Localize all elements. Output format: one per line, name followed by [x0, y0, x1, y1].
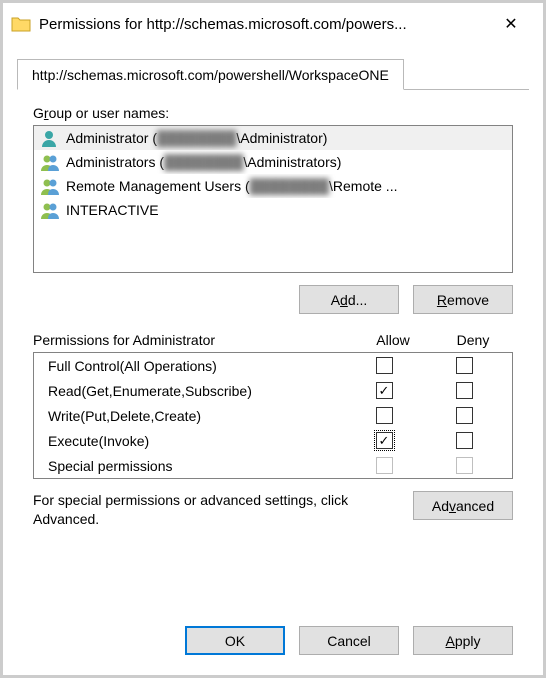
allow-checkbox[interactable]	[376, 382, 393, 399]
list-item[interactable]: Administrators (████████\Administrators)	[34, 150, 512, 174]
cancel-button[interactable]: Cancel	[299, 626, 399, 655]
permissions-for-label: Permissions for Administrator	[33, 332, 353, 348]
deny-checkbox[interactable]	[456, 382, 473, 399]
tab-workspaceone[interactable]: http://schemas.microsoft.com/powershell/…	[17, 59, 404, 90]
allow-checkbox[interactable]	[376, 357, 393, 374]
deny-checkbox	[456, 457, 473, 474]
user-icon	[40, 129, 60, 147]
window-title: Permissions for http://schemas.microsoft…	[39, 16, 483, 33]
group-icon	[40, 153, 60, 171]
permissions-listbox: Full Control(All Operations) Read(Get,Enu…	[33, 352, 513, 479]
permissions-dialog: Permissions for http://schemas.microsoft…	[0, 0, 546, 678]
permission-row: Special permissions	[34, 453, 512, 478]
advanced-button[interactable]: Advanced	[413, 491, 513, 520]
list-item-label: INTERACTIVE	[66, 202, 159, 218]
dialog-footer: OK Cancel Apply	[3, 616, 543, 675]
deny-column-header: Deny	[433, 332, 513, 348]
tab-strip: http://schemas.microsoft.com/powershell/…	[3, 45, 543, 90]
permission-name: Full Control(All Operations)	[48, 358, 344, 374]
permission-row: Write(Put,Delete,Create)	[34, 403, 512, 428]
allow-checkbox[interactable]	[376, 407, 393, 424]
permissions-header: Permissions for Administrator Allow Deny	[33, 332, 513, 348]
allow-checkbox[interactable]	[376, 432, 393, 449]
list-item-label: Administrator (████████\Administrator)	[66, 130, 327, 146]
group-icon	[40, 177, 60, 195]
permission-name: Special permissions	[48, 458, 344, 474]
titlebar: Permissions for http://schemas.microsoft…	[3, 3, 543, 45]
deny-checkbox[interactable]	[456, 432, 473, 449]
client-area: http://schemas.microsoft.com/powershell/…	[3, 45, 543, 675]
remove-button[interactable]: Remove	[413, 285, 513, 314]
list-item-label: Administrators (████████\Administrators)	[66, 154, 341, 170]
add-button[interactable]: Add...	[299, 285, 399, 314]
permission-name: Read(Get,Enumerate,Subscribe)	[48, 383, 344, 399]
list-item[interactable]: Administrator (████████\Administrator)	[34, 126, 512, 150]
advanced-hint-text: For special permissions or advanced sett…	[33, 491, 401, 529]
deny-checkbox[interactable]	[456, 407, 473, 424]
group-icon	[40, 201, 60, 219]
allow-checkbox	[376, 457, 393, 474]
group-names-label: Group or user names:	[33, 105, 513, 121]
permission-row: Execute(Invoke)	[34, 428, 512, 453]
apply-button[interactable]: Apply	[413, 626, 513, 655]
group-buttons-row: Add... Remove	[33, 285, 513, 314]
list-item-label: Remote Management Users (████████\Remote…	[66, 178, 397, 194]
advanced-hint-row: For special permissions or advanced sett…	[33, 491, 513, 529]
group-names-listbox[interactable]: Administrator (████████\Administrator) Ad…	[33, 125, 513, 273]
permission-row: Full Control(All Operations)	[34, 353, 512, 378]
allow-column-header: Allow	[353, 332, 433, 348]
ok-button[interactable]: OK	[185, 626, 285, 655]
permission-row: Read(Get,Enumerate,Subscribe)	[34, 378, 512, 403]
folder-icon	[11, 14, 31, 34]
tab-content: Group or user names: Administrator (████…	[3, 91, 543, 616]
deny-checkbox[interactable]	[456, 357, 473, 374]
permission-name: Write(Put,Delete,Create)	[48, 408, 344, 424]
list-item[interactable]: INTERACTIVE	[34, 198, 512, 222]
list-item[interactable]: Remote Management Users (████████\Remote…	[34, 174, 512, 198]
permission-name: Execute(Invoke)	[48, 433, 344, 449]
close-button[interactable]: ✕	[491, 14, 531, 34]
